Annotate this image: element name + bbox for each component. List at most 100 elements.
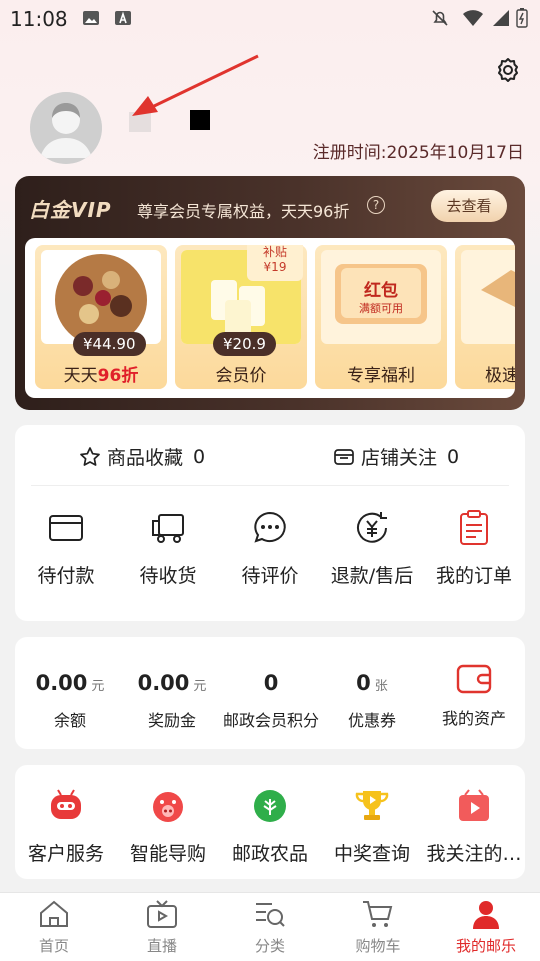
asset-points[interactable]: 0 邮政会员积分 xyxy=(211,671,331,731)
truck-icon xyxy=(152,514,184,543)
subsidy-tag: 补贴 ¥19 xyxy=(247,245,303,281)
video-icon xyxy=(459,789,489,821)
battery-icon xyxy=(516,8,528,28)
asset-value: 0 xyxy=(356,671,371,695)
nav-profile[interactable]: 我的邮乐 xyxy=(432,899,540,956)
coupon-image: 红包 满额可用 xyxy=(321,250,441,344)
services-card: 客户服务 智能导购 邮政农品 中奖查询 我关注的… xyxy=(15,765,525,879)
star-icon xyxy=(80,446,100,466)
product-label: 会员价 xyxy=(215,366,267,386)
nav-home[interactable]: 首页 xyxy=(0,899,108,956)
avatar[interactable] xyxy=(30,92,102,164)
wallet-icon xyxy=(456,664,492,694)
orders-card: 商品收藏 0 店铺关注 0 待付款 待收货 待评价 退款/售后 我的订单 xyxy=(15,425,525,621)
vip-benefit-text: 尊享会员专属权益，天天96折 xyxy=(137,202,350,221)
asset-value: 0.00 xyxy=(137,671,190,695)
store-follow-count: 0 xyxy=(447,445,460,468)
product-price: ¥44.90 xyxy=(73,332,146,356)
nav-label: 购物车 xyxy=(355,937,401,955)
order-pending-review[interactable]: 待评价 xyxy=(219,509,321,588)
vip-product-welfare[interactable]: 红包 满额可用 专享福利 xyxy=(315,245,447,389)
chat-icon xyxy=(254,511,286,543)
wifi-icon xyxy=(463,10,483,26)
home-icon xyxy=(40,900,68,927)
asset-label: 邮政会员积分 xyxy=(222,711,319,730)
order-label: 待付款 xyxy=(37,565,95,587)
customer-service-icon xyxy=(51,789,81,819)
card-icon xyxy=(49,515,83,541)
service-agri[interactable]: 邮政农品 xyxy=(219,787,321,866)
service-label: 中奖查询 xyxy=(333,843,410,865)
my-assets-label: 我的资产 xyxy=(441,709,506,728)
nav-label: 我的邮乐 xyxy=(455,937,516,955)
status-bar: 11:08 xyxy=(0,0,540,36)
refund-icon xyxy=(357,512,387,543)
favorites-entry[interactable]: 商品收藏 0 xyxy=(79,443,205,470)
smart-guide-icon xyxy=(153,792,183,822)
asset-value: 0 xyxy=(263,671,279,695)
default-avatar-icon xyxy=(30,92,102,164)
agri-icon xyxy=(254,790,286,822)
service-label: 邮政农品 xyxy=(231,843,308,865)
annotation-arrow-icon xyxy=(132,54,259,116)
product-label: 天天96折 xyxy=(35,361,167,386)
nav-category[interactable]: 分类 xyxy=(216,899,324,956)
asset-value: 0.00 xyxy=(35,671,88,695)
vip-help-icon[interactable]: ? xyxy=(367,196,385,214)
asset-reward[interactable]: 0.00 元 奖励金 xyxy=(121,671,223,731)
order-list-icon xyxy=(460,510,488,545)
signal-icon xyxy=(493,10,509,26)
nav-label: 分类 xyxy=(254,937,285,955)
service-label: 我关注的… xyxy=(426,843,522,865)
vip-view-button[interactable]: 去查看 xyxy=(431,190,507,222)
vip-product-member-price[interactable]: 补贴 ¥19 ¥20.9 会员价 xyxy=(175,245,307,389)
order-all[interactable]: 我的订单 xyxy=(423,509,525,588)
box-image xyxy=(461,250,515,344)
service-smart-guide[interactable]: 智能导购 xyxy=(117,787,219,866)
cart-icon xyxy=(363,901,393,927)
subsidy-tag-title: 补贴 xyxy=(262,245,287,259)
favorites-label: 商品收藏 xyxy=(107,447,184,469)
coupon-title: 红包 xyxy=(364,281,398,301)
service-prize-query[interactable]: 中奖查询 xyxy=(321,787,423,866)
service-label: 智能导购 xyxy=(129,843,206,865)
label-highlight: 96折 xyxy=(97,366,139,386)
store-follow-entry[interactable]: 店铺关注 0 xyxy=(333,443,459,470)
service-followed[interactable]: 我关注的… xyxy=(423,787,525,866)
image-notification-icon xyxy=(83,11,99,25)
product-label: 极速 xyxy=(485,366,515,386)
coupon-subtitle: 满额可用 xyxy=(359,302,403,315)
order-refund[interactable]: 退款/售后 xyxy=(321,509,423,588)
favorites-count: 0 xyxy=(193,445,206,468)
asset-label: 余额 xyxy=(53,711,86,730)
nav-cart[interactable]: 购物车 xyxy=(324,899,432,956)
vip-product-express[interactable]: 极速 xyxy=(455,245,515,389)
status-time: 11:08 xyxy=(10,7,68,31)
order-pending-receipt[interactable]: 待收货 xyxy=(117,509,219,588)
text-notification-icon xyxy=(115,11,131,25)
asset-coupons[interactable]: 0张 优惠券 xyxy=(321,671,423,731)
asset-label: 优惠券 xyxy=(347,711,396,730)
vip-product-nuts[interactable]: ¥44.90 天天96折 xyxy=(35,245,167,389)
asset-balance[interactable]: 0.00 元 余额 xyxy=(19,671,121,731)
label-prefix: 天天 xyxy=(63,366,98,386)
order-label: 待收货 xyxy=(139,565,197,587)
asset-label: 奖励金 xyxy=(147,711,196,730)
order-label: 待评价 xyxy=(241,565,299,587)
order-label: 我的订单 xyxy=(435,565,512,587)
my-assets-entry[interactable]: 我的资产 xyxy=(423,663,525,729)
store-icon xyxy=(334,448,354,465)
order-pending-payment[interactable]: 待付款 xyxy=(15,509,117,588)
settings-gear-icon[interactable] xyxy=(494,56,522,84)
nav-label: 直播 xyxy=(146,937,177,955)
product-price: ¥20.9 xyxy=(213,332,276,356)
vip-card[interactable]: 白金VIP 尊享会员专属权益，天天96折 ? 去查看 ¥44.90 天天96折 … xyxy=(15,176,525,410)
divider xyxy=(31,485,509,486)
asset-unit: 元 xyxy=(91,679,105,694)
nav-live[interactable]: 直播 xyxy=(108,899,216,956)
vip-logo: 白金VIP xyxy=(29,198,112,222)
service-customer[interactable]: 客户服务 xyxy=(15,787,117,866)
nav-label: 首页 xyxy=(38,937,69,955)
registration-time: 注册时间:2025年10月17日 xyxy=(312,143,524,163)
order-label: 退款/售后 xyxy=(330,565,414,587)
